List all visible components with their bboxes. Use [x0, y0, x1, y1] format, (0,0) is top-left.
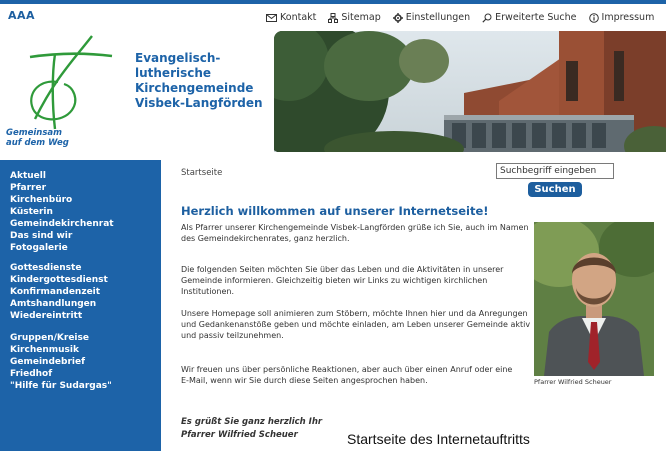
sidebar-item-kirchenmusik[interactable]: Kirchenmusik	[10, 345, 79, 355]
font-size-control[interactable]: AAA	[8, 9, 35, 22]
sitemap-link[interactable]: Sitemap	[328, 12, 381, 23]
homepage: AAA Kontakt Sitemap Einstellungen Erweit…	[0, 0, 666, 451]
sidebar-item-gemeindekirchenrat[interactable]: Gemeindekirchenrat	[10, 219, 114, 229]
motto-line-2: auf dem Weg	[6, 138, 69, 148]
top-accent-bar	[0, 0, 666, 4]
sidebar-item-kuesterin[interactable]: Küsterin	[10, 207, 53, 217]
breadcrumb[interactable]: Startseite	[181, 168, 222, 178]
sitemap-label: Sitemap	[341, 12, 381, 23]
envelope-icon	[266, 13, 277, 22]
sidebar-item-gottesdienste[interactable]: Gottesdienste	[10, 263, 81, 273]
info-icon	[588, 12, 599, 23]
search-icon	[482, 13, 492, 23]
sidebar-item-gemeindebrief[interactable]: Gemeindebrief	[10, 357, 85, 367]
intro-paragraph-3: Unsere Homepage soll animieren zum Stöbe…	[181, 309, 531, 340]
page-title: Herzlich willkommen auf unserer Internet…	[181, 204, 489, 218]
erweiterte-suche-label: Erweiterte Suche	[495, 12, 577, 23]
intro-paragraph-1: Als Pfarrer unserer Kirchengemeinde Visb…	[181, 223, 529, 243]
greeting-line-1: Es grüßt Sie ganz herzlich Ihr	[181, 417, 323, 427]
sidebar-item-amtshandlungen[interactable]: Amtshandlungen	[10, 299, 96, 309]
portrait-caption: Pfarrer Wilfried Scheuer	[534, 378, 612, 386]
church-header-photo	[274, 31, 666, 152]
intro-paragraph-2: Die folgenden Seiten möchten Sie über da…	[181, 265, 504, 296]
pastor-photo-image	[534, 222, 654, 376]
sidebar-item-hilfe-fuer-sudargas[interactable]: "Hilfe für Sudargas"	[10, 381, 112, 391]
sidebar-item-kirchenbuero[interactable]: Kirchenbüro	[10, 195, 72, 205]
gear-icon	[392, 12, 403, 23]
parish-name: Evangelisch-lutherische Kirchengemeinde …	[135, 51, 272, 111]
sidebar-item-fotogalerie[interactable]: Fotogalerie	[10, 243, 68, 253]
einstellungen-link[interactable]: Einstellungen	[392, 12, 471, 23]
motto-line-1: Gemeinsam	[6, 128, 62, 138]
kontakt-label: Kontakt	[280, 12, 317, 23]
parish-name-line-1: Evangelisch-lutherische	[135, 51, 221, 80]
search-button[interactable]: Suchen	[528, 182, 582, 197]
sidebar-item-friedhof[interactable]: Friedhof	[10, 369, 52, 379]
impressum-label: Impressum	[601, 12, 655, 23]
erweiterte-suche-link[interactable]: Erweiterte Suche	[482, 12, 577, 23]
cross-circle-logo-icon	[29, 35, 113, 130]
intro-paragraph-4: Wir freuen uns über persönliche Reaktion…	[181, 365, 513, 385]
sidebar-item-aktuell[interactable]: Aktuell	[10, 171, 46, 181]
sidebar-item-pfarrer[interactable]: Pfarrer	[10, 183, 46, 193]
utility-navigation: Kontakt Sitemap Einstellungen Erweiterte…	[266, 12, 654, 23]
sidebar-item-gruppen-kreise[interactable]: Gruppen/Kreise	[10, 333, 89, 343]
sidebar-item-konfirmandenzeit[interactable]: Konfirmandenzeit	[10, 287, 100, 297]
pastor-portrait	[534, 222, 654, 376]
search-input[interactable]	[496, 163, 614, 179]
sidebar-item-kindergottesdienst[interactable]: Kindergottesdienst	[10, 275, 108, 285]
einstellungen-label: Einstellungen	[405, 12, 471, 23]
sitemap-icon	[328, 12, 339, 23]
motto: Gemeinsam auf dem Weg	[6, 128, 69, 148]
greeting-line-2: Pfarrer Wilfried Scheuer	[181, 430, 298, 440]
kontakt-link[interactable]: Kontakt	[266, 12, 316, 23]
sidebar-item-wiedereintritt[interactable]: Wiedereintritt	[10, 311, 82, 321]
impressum-link[interactable]: Impressum	[588, 12, 655, 23]
church-building-image	[274, 31, 666, 152]
sidebar-item-das-sind-wir[interactable]: Das sind wir	[10, 231, 72, 241]
parish-name-line-3: Visbek-Langförden	[135, 96, 263, 110]
parish-name-line-2: Kirchengemeinde	[135, 81, 254, 95]
figure-caption: Startseite des Internetauftritts	[347, 431, 530, 447]
